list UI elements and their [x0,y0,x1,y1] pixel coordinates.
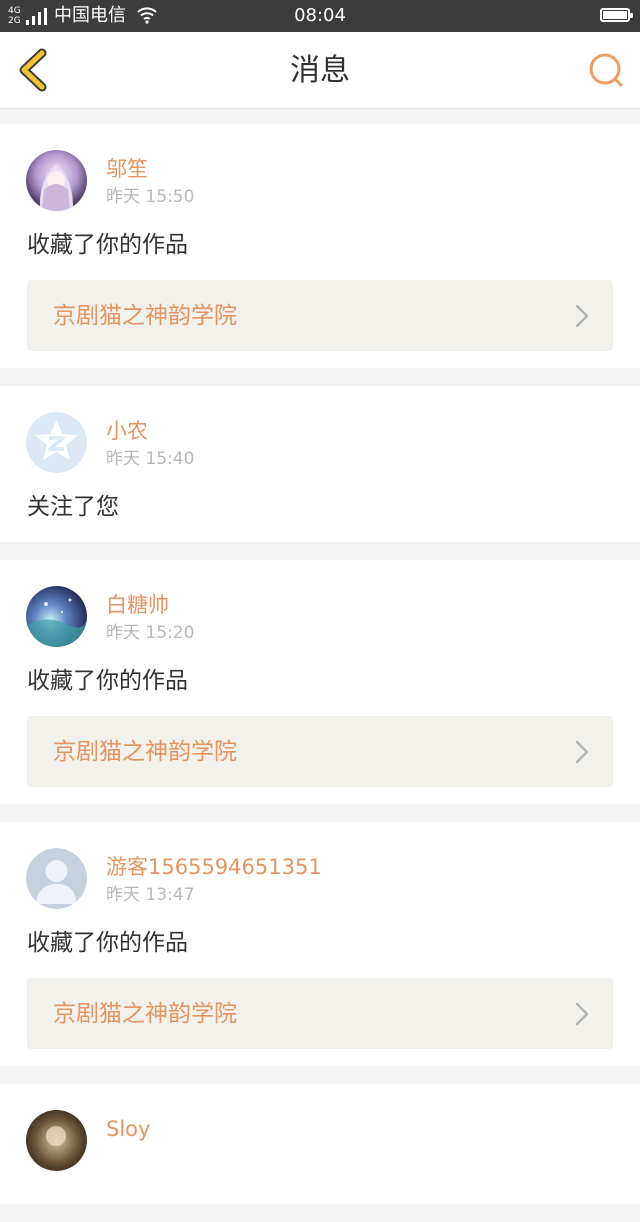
message-time: 昨天 15:20 [106,623,195,643]
message-action: 收藏了你的作品 [27,668,188,694]
work-title: 京剧猫之神韵学院 [53,303,237,329]
username[interactable]: 邬笙 [106,156,148,182]
avatar[interactable] [26,1110,87,1171]
message-time: 昨天 15:40 [106,449,195,469]
message-card: 邬笙 昨天 15:50 收藏了你的作品 京剧猫之神韵学院 [0,124,640,368]
message-card: 白糖帅 昨天 15:20 收藏了你的作品 京剧猫之神韵学院 [0,560,640,804]
work-link[interactable]: 京剧猫之神韵学院 [27,716,613,787]
username[interactable]: 白糖帅 [106,592,169,618]
chevron-right-icon [575,1002,589,1026]
work-link[interactable]: 京剧猫之神韵学院 [27,978,613,1049]
username[interactable]: 小农 [106,418,148,444]
message-time: 昨天 13:47 [106,885,195,905]
work-title: 京剧猫之神韵学院 [53,739,237,765]
message-feed: 邬笙 昨天 15:50 收藏了你的作品 京剧猫之神韵学院 小农 昨天 15:40… [0,124,640,1222]
username[interactable]: Sloy [106,1116,150,1142]
avatar[interactable] [26,150,87,211]
message-action: 关注了您 [27,494,119,520]
work-link[interactable]: 京剧猫之神韵学院 [27,280,613,351]
page-title: 消息 [290,53,350,88]
work-title: 京剧猫之神韵学院 [53,1001,237,1027]
message-card: 小农 昨天 15:40 关注了您 [0,386,640,542]
chevron-right-icon [575,304,589,328]
status-time: 08:04 [294,5,346,26]
avatar[interactable] [26,412,87,473]
battery-level [603,11,627,19]
username[interactable]: 游客1565594651351 [106,854,322,880]
battery-icon [600,8,633,22]
search-icon[interactable] [586,50,626,90]
message-time: 昨天 15:50 [106,187,195,207]
nav-bar: 消息 [0,32,640,109]
message-action: 收藏了你的作品 [27,930,188,956]
avatar[interactable] [26,848,87,909]
message-action: 收藏了你的作品 [27,232,188,258]
avatar[interactable] [26,586,87,647]
message-card: 游客1565594651351 昨天 13:47 收藏了你的作品 京剧猫之神韵学… [0,822,640,1066]
chevron-right-icon [575,740,589,764]
status-bar: 4G 2G 中国电信 08:04 [0,0,640,32]
message-card: Sloy [0,1084,640,1204]
